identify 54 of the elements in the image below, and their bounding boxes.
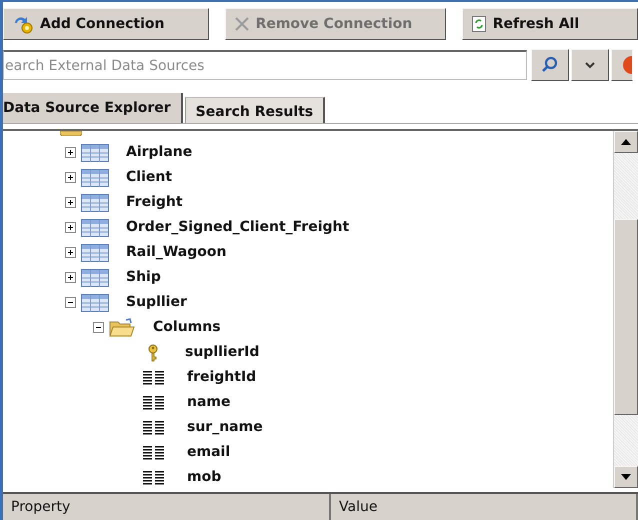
column-icon (143, 470, 165, 484)
column-header[interactable]: Value (331, 494, 638, 520)
toolbar-button[interactable]: Add Connection (3, 8, 209, 40)
tree-item[interactable]: Freight (126, 192, 183, 213)
tab[interactable]: Search Results (184, 97, 326, 123)
tree-item[interactable]: name (187, 392, 230, 413)
toolbar-button[interactable]: Refresh All (462, 8, 638, 40)
close-icon (234, 16, 250, 32)
tree-item[interactable]: mob (187, 467, 222, 488)
tab[interactable]: Data Source Explorer (3, 93, 183, 123)
scroll-down-icon (621, 474, 631, 480)
clear-button[interactable] (611, 49, 633, 81)
dropdown-button[interactable] (571, 49, 609, 81)
tree-item[interactable]: email (187, 442, 230, 463)
column-icon (143, 420, 165, 434)
search-field[interactable]: earch External Data Sources (3, 50, 527, 80)
search-button[interactable] (531, 49, 569, 81)
column-icon (143, 370, 165, 384)
expand-icon[interactable] (65, 197, 76, 208)
tree-item[interactable]: Order_Signed_Client_Freight (126, 217, 350, 238)
table-icon (81, 194, 109, 212)
refresh-document-icon (470, 15, 487, 33)
chevron-down-icon (584, 61, 596, 69)
scroll-up-icon (621, 139, 631, 145)
tree-item[interactable]: freightId (187, 367, 256, 388)
expand-icon[interactable] (65, 222, 76, 233)
table-icon (81, 168, 109, 186)
collapse-icon[interactable] (65, 297, 76, 308)
tree-item[interactable]: Columns (153, 317, 221, 338)
expand-icon[interactable] (65, 272, 76, 283)
column-icon (143, 396, 165, 410)
table-icon (81, 244, 109, 262)
expand-icon[interactable] (65, 247, 76, 258)
tree-item[interactable]: Airplane (126, 142, 192, 163)
table-icon (81, 268, 109, 286)
table-icon (81, 218, 109, 236)
tree-item[interactable]: Client (126, 167, 172, 188)
search-icon (541, 56, 559, 74)
column-header[interactable]: Property (3, 494, 331, 520)
key-icon (147, 344, 159, 362)
table-icon (81, 144, 109, 162)
tree-item[interactable]: Ship (126, 267, 161, 288)
expand-icon[interactable] (65, 172, 76, 183)
collapse-icon[interactable] (93, 322, 104, 333)
vertical-scrollbar[interactable] (613, 131, 638, 488)
clear-icon (620, 55, 632, 75)
tree-item[interactable]: supllierId (185, 342, 260, 363)
tree-item[interactable]: Supllier (126, 292, 187, 313)
column-icon (143, 446, 165, 460)
expand-icon[interactable] (65, 147, 76, 158)
open-folder-icon (109, 318, 135, 338)
table-icon (81, 294, 109, 312)
tree-item[interactable]: Rail_Wagoon (126, 242, 226, 263)
tree-item[interactable]: sur_name (187, 417, 263, 438)
